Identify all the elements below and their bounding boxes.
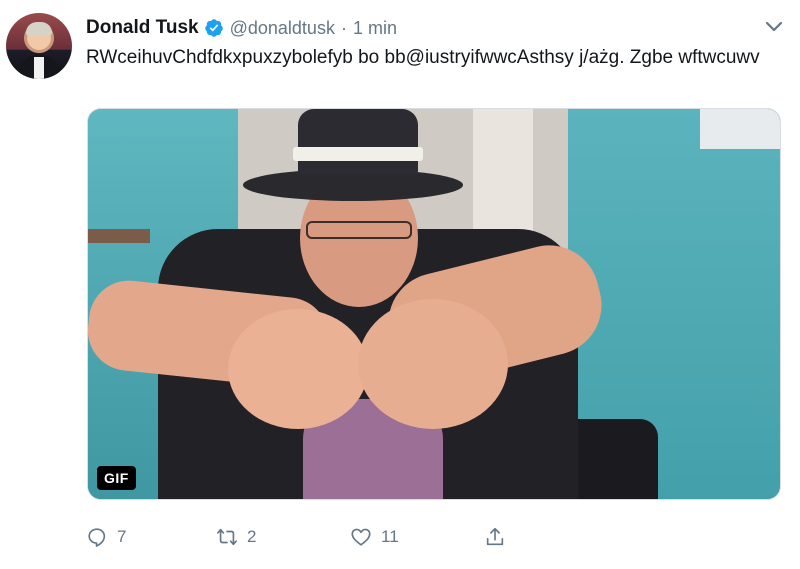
like-count: 11 — [381, 527, 399, 546]
avatar[interactable] — [6, 13, 72, 79]
timestamp[interactable]: 1 min — [353, 18, 397, 39]
author-handle[interactable]: @donaldtusk — [230, 18, 335, 39]
chevron-down-icon[interactable] — [763, 18, 785, 34]
heart-icon — [351, 528, 371, 546]
reply-count: 7 — [117, 527, 127, 546]
share-button[interactable] — [484, 522, 506, 552]
reply-button[interactable]: 7 — [86, 522, 126, 552]
tweet-header: Donald Tusk @donaldtusk · 1 min — [86, 15, 397, 41]
retweet-icon — [217, 528, 237, 546]
gif-badge: GIF — [97, 466, 136, 490]
verified-badge-icon — [204, 19, 223, 37]
gif-media[interactable]: GIF — [87, 108, 781, 500]
retweet-button[interactable]: 2 — [216, 522, 256, 552]
author-name[interactable]: Donald Tusk — [86, 17, 199, 39]
like-button[interactable]: 11 — [350, 522, 399, 552]
reply-icon — [88, 528, 106, 547]
share-icon — [486, 527, 504, 546]
tweet-text: RWceihuvChdfdkxpuxzybolefyb bo bb@iustry… — [86, 47, 760, 68]
retweet-count: 2 — [247, 527, 257, 546]
separator-dot: · — [340, 17, 347, 38]
